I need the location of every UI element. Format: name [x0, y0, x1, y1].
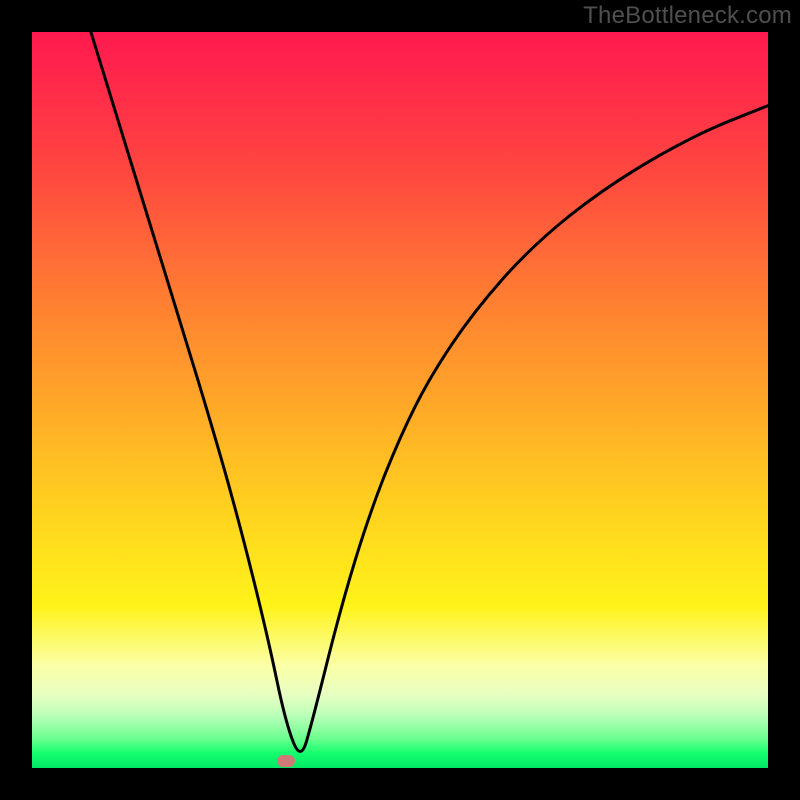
chart-frame: TheBottleneck.com	[0, 0, 800, 800]
watermark-text: TheBottleneck.com	[583, 2, 792, 30]
plot-area	[32, 32, 768, 768]
bottleneck-curve	[32, 32, 768, 768]
